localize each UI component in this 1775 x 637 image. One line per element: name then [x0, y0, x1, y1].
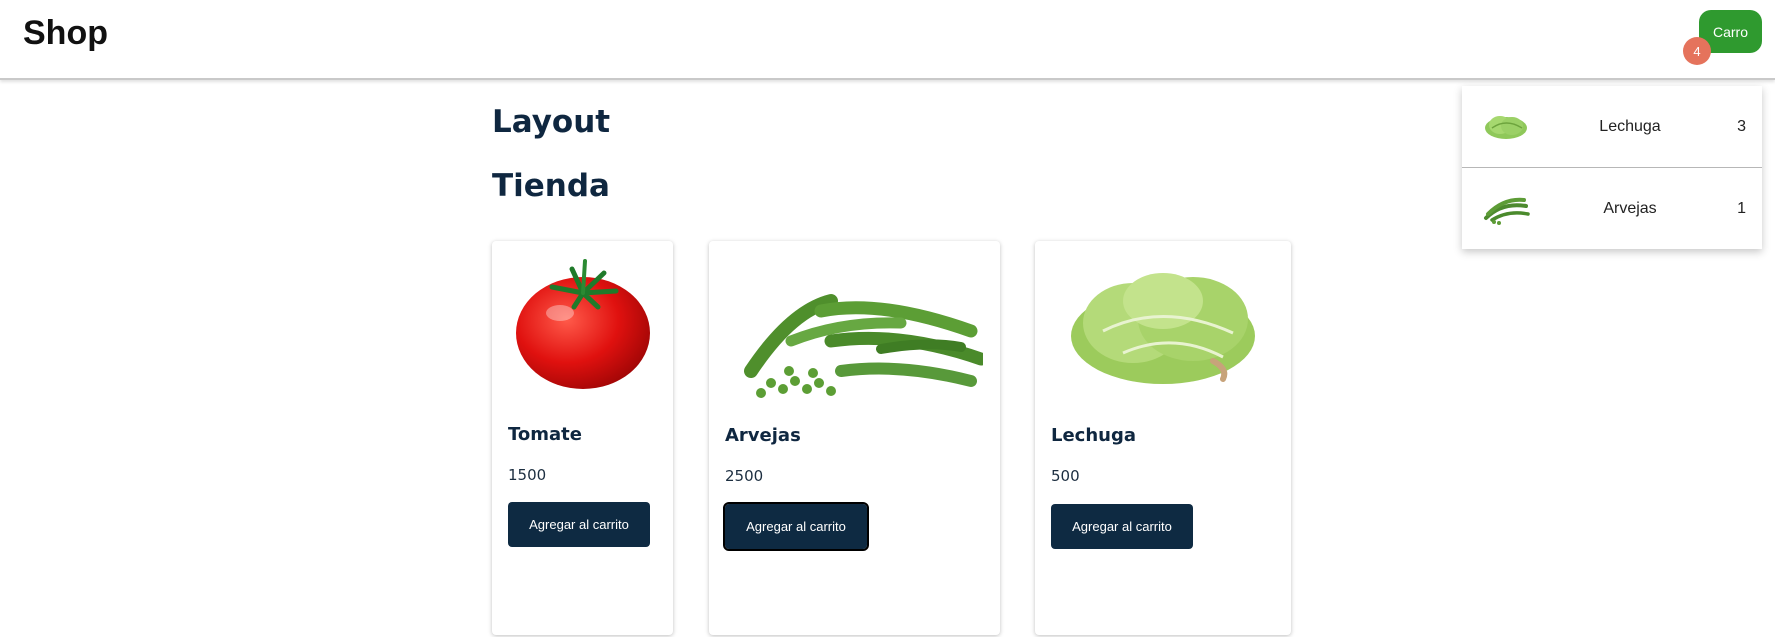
product-card: Lechuga 500 Agregar al carrito — [1035, 241, 1291, 635]
product-name: Lechuga — [1051, 425, 1137, 446]
page-heading: Layout — [492, 104, 611, 140]
product-price: 2500 — [725, 467, 764, 485]
cart-count-badge: 4 — [1683, 37, 1711, 65]
product-price: 1500 — [508, 466, 547, 484]
product-name: Arvejas — [725, 425, 801, 446]
cart-item-qty: 3 — [1737, 117, 1746, 135]
cart-item-name: Arvejas — [1603, 199, 1657, 217]
section-heading: Tienda — [492, 168, 610, 204]
cart-item: Arvejas 1 — [1462, 167, 1762, 249]
product-name: Tomate — [508, 424, 582, 445]
product-card: Tomate 1500 Agregar al carrito — [492, 241, 673, 635]
add-to-cart-button[interactable]: Agregar al carrito — [723, 502, 869, 551]
cart-item-name: Lechuga — [1599, 117, 1661, 135]
cart-item-qty: 1 — [1737, 199, 1746, 217]
lettuce-image — [1071, 273, 1255, 384]
lettuce-thumbnail-icon — [1485, 115, 1527, 139]
product-price: 500 — [1051, 467, 1080, 485]
cart-item: Lechuga 3 — [1462, 86, 1762, 167]
peas-image — [744, 294, 983, 398]
add-to-cart-button[interactable]: Agregar al carrito — [508, 502, 650, 547]
peas-thumbnail-icon — [1484, 197, 1530, 225]
product-card: Arvejas 2500 Agregar al carrito — [709, 241, 1000, 635]
navbar: Shop Carro 4 — [0, 0, 1775, 80]
tomato-image — [516, 259, 650, 389]
add-to-cart-button[interactable]: Agregar al carrito — [1051, 504, 1193, 549]
brand-title[interactable]: Shop — [23, 14, 108, 53]
cart-dropdown: Lechuga 3 Arvejas 1 — [1462, 86, 1762, 249]
